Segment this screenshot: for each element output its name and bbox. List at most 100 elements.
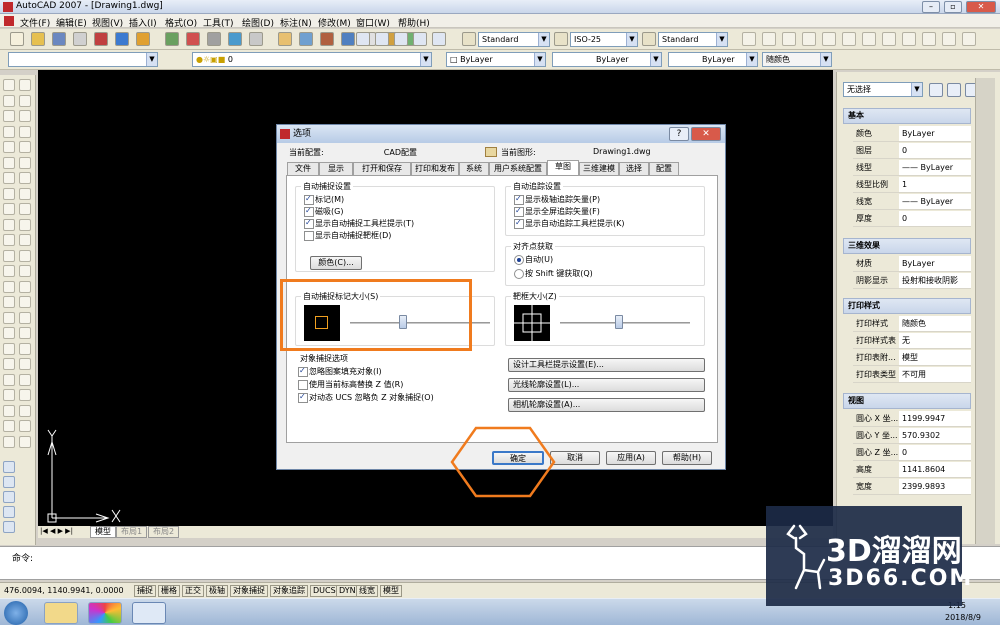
modify-tool-icon[interactable] (19, 342, 31, 355)
draw-tool-icon[interactable] (3, 296, 15, 308)
autotrack-option[interactable]: 显示全屏追踪矢量(F) (514, 206, 600, 217)
draw-tool-icon[interactable] (3, 187, 15, 200)
plotstyle-combo[interactable]: 随颜色 ▼ (762, 52, 832, 67)
autosnap-option[interactable]: 显示自动捕捉靶框(D) (304, 230, 391, 241)
draw-tool-icon[interactable] (3, 156, 15, 169)
align-option[interactable]: 按 Shift 键获取(Q) (514, 268, 593, 279)
dimension-tool-icon[interactable] (882, 32, 896, 46)
modify-tool-icon[interactable] (19, 141, 31, 153)
status-toggle-8[interactable]: 线宽 (356, 585, 378, 597)
draw-tool-icon[interactable] (3, 404, 15, 417)
modify-tool-icon[interactable] (19, 249, 31, 262)
dimension-tool-icon[interactable] (922, 32, 936, 46)
property-value[interactable]: 0 (899, 445, 971, 460)
dialog-tab-5[interactable]: 用户系统配置 (489, 162, 547, 175)
modify-tool-icon[interactable] (19, 373, 31, 386)
property-value[interactable]: 1141.8604 (899, 462, 971, 477)
cameras-glyph-settings-button[interactable]: 相机轮廓设置(A)... (508, 398, 705, 412)
modify-tool-icon[interactable] (19, 435, 31, 448)
draw-tool-icon[interactable] (3, 435, 15, 448)
dimension-tool-icon[interactable] (802, 32, 816, 46)
menu-file[interactable]: 文件(F) (20, 16, 50, 29)
zoom-realtime-icon[interactable] (341, 32, 355, 46)
menu-modify[interactable]: 修改(M) (318, 16, 351, 29)
text-style-combo[interactable]: Standard ▼ (478, 32, 550, 47)
property-value[interactable]: —— ByLayer (899, 160, 971, 175)
draw-tool-icon[interactable] (3, 358, 15, 370)
modify-tool-icon[interactable] (19, 110, 31, 122)
paste-icon[interactable] (207, 32, 221, 46)
pan-icon[interactable] (320, 32, 334, 46)
open-icon[interactable] (31, 32, 45, 46)
maximize-button[interactable]: ▫ (944, 1, 962, 13)
sheet-set-icon[interactable] (394, 32, 408, 46)
draw-tool-icon[interactable] (3, 110, 15, 122)
menu-draw[interactable]: 绘图(D) (242, 16, 274, 29)
copy-icon[interactable] (186, 32, 200, 46)
redo-icon[interactable] (299, 32, 313, 46)
block-editor-icon[interactable] (249, 32, 263, 46)
color-button[interactable]: 颜色(C)... (310, 256, 362, 270)
table-style-icon[interactable] (642, 32, 656, 46)
lineweight-combo[interactable]: ByLayer ▼ (668, 52, 758, 67)
autosnap-option[interactable]: 显示自动捕捉工具栏提示(T) (304, 218, 414, 229)
draw-tool-icon[interactable] (3, 280, 15, 293)
dialog-tab-6[interactable]: 草图 (547, 160, 579, 175)
new-icon[interactable] (10, 32, 24, 46)
menu-tools[interactable]: 工具(T) (203, 16, 234, 29)
dim-style-icon[interactable] (554, 32, 568, 46)
modify-tool-icon[interactable] (19, 203, 31, 215)
dimension-tool-icon[interactable] (862, 32, 876, 46)
status-toggle-4[interactable]: 对象捕捉 (230, 585, 268, 597)
3d-dwf-icon[interactable] (136, 32, 150, 46)
explorer-taskbar-icon[interactable] (44, 602, 78, 624)
osnap-option[interactable]: 对动态 UCS 忽略负 Z 对象捕捉(O) (298, 392, 434, 403)
autosnap-option[interactable]: 标记(M) (304, 194, 344, 205)
property-value[interactable]: 2399.9893 (899, 479, 971, 494)
menu-dimension[interactable]: 标注(N) (280, 16, 312, 29)
property-value[interactable]: 0 (899, 211, 971, 226)
property-value[interactable]: ByLayer (899, 126, 971, 141)
start-button-icon[interactable] (4, 601, 28, 625)
status-toggle-6[interactable]: DUCS (310, 585, 339, 597)
status-toggle-5[interactable]: 对象追踪 (270, 585, 308, 597)
dimension-tool-icon[interactable] (762, 32, 776, 46)
draw-tool-icon[interactable] (3, 327, 15, 339)
linetype-combo[interactable]: ByLayer ▼ (552, 52, 662, 67)
draw-tool-icon[interactable] (3, 141, 15, 153)
layer-combo[interactable]: ●☼▣■ 0 ▼ (192, 52, 432, 67)
dialog-tab-9[interactable]: 配置 (649, 162, 679, 175)
close-button[interactable]: ✕ (966, 1, 996, 13)
property-value[interactable]: 1199.9947 (899, 411, 971, 426)
preview-icon[interactable] (94, 32, 108, 46)
modify-tool-icon[interactable] (19, 296, 31, 308)
photo-app-taskbar-icon[interactable] (88, 602, 122, 624)
modify-tool-icon[interactable] (19, 218, 31, 231)
calculator-icon[interactable] (432, 32, 446, 46)
plot-icon[interactable] (73, 32, 87, 46)
menu-help[interactable]: 帮助(H) (398, 16, 430, 29)
autotrack-option[interactable]: 显示自动追踪工具栏提示(K) (514, 218, 625, 229)
osnap-option[interactable]: 使用当前标高替换 Z 值(R) (298, 379, 403, 390)
markup-icon[interactable] (413, 32, 427, 46)
undo-icon[interactable] (278, 32, 292, 46)
minimize-button[interactable]: – (922, 1, 940, 13)
modify-tool-icon[interactable] (19, 172, 31, 184)
group-print-style[interactable]: 打印样式 (843, 298, 971, 314)
table-style-combo[interactable]: Standard ▼ (658, 32, 728, 47)
draw-tool-icon[interactable] (3, 94, 15, 107)
modify-tool-icon[interactable] (19, 280, 31, 293)
modify-tool-icon[interactable] (19, 389, 31, 401)
property-value[interactable]: 不可用 (899, 367, 971, 382)
select-objects-icon[interactable] (947, 83, 961, 97)
property-value[interactable]: 0 (899, 143, 971, 158)
publish-icon[interactable] (115, 32, 129, 46)
status-toggle-0[interactable]: 捕捉 (134, 585, 156, 597)
osnap-option[interactable]: 忽略图案填充对象(I) (298, 366, 382, 377)
dialog-tab-7[interactable]: 三维建模 (579, 162, 619, 175)
modify-tool-icon[interactable] (19, 265, 31, 277)
menu-window[interactable]: 窗口(W) (356, 16, 390, 29)
dialog-tab-1[interactable]: 显示 (319, 162, 353, 175)
dialog-tab-4[interactable]: 系统 (459, 162, 489, 175)
draw-tool-icon[interactable] (3, 420, 15, 432)
